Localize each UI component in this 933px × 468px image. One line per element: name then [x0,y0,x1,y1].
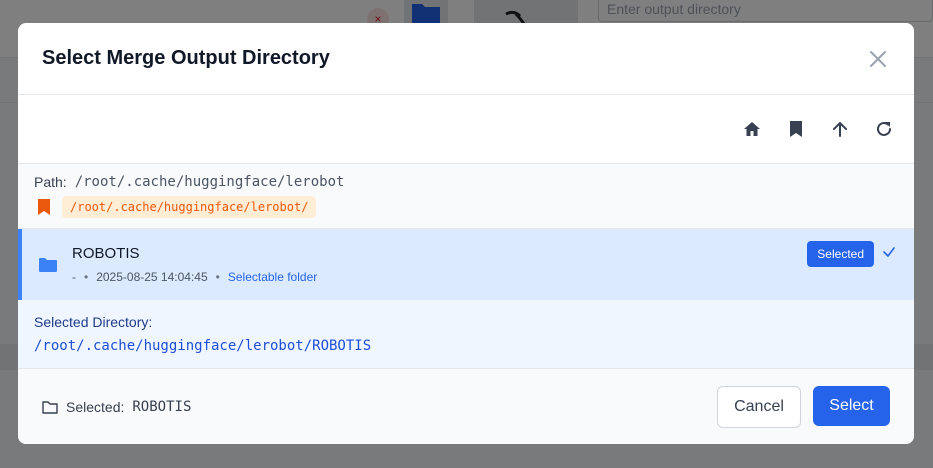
arrow-up-icon[interactable] [828,117,852,141]
select-button[interactable]: Select [813,385,890,426]
meta-separator: • [84,270,89,284]
footer-selected-label: Selected: [66,398,125,415]
file-name: ROBOTIS [72,245,140,262]
modal-title: Select Merge Output Directory [42,47,330,69]
file-meta: - • 2025-08-25 14:04:45 • Selectable fol… [72,270,898,284]
file-info: ROBOTIS - • 2025-08-25 14:04:45 • Select… [72,245,898,284]
list-item[interactable]: ROBOTIS - • 2025-08-25 14:04:45 • Select… [18,229,914,300]
modal-footer: Selected: ROBOTIS Cancel Select [18,369,914,444]
bookmark-chip[interactable]: /root/.cache/huggingface/lerobot/ [62,196,317,218]
footer-selected-value: ROBOTIS [132,398,192,415]
cancel-button[interactable]: Cancel [717,385,801,428]
bookmark-row: /root/.cache/huggingface/lerobot/ [34,196,898,218]
folder-icon [38,255,58,275]
path-value: /root/.cache/huggingface/lerobot [74,174,345,190]
directory-modal: Select Merge Output Directory Path: /roo… [18,23,914,444]
file-size: - [72,270,76,284]
selected-directory-value: /root/.cache/huggingface/lerobot/ROBOTIS [34,338,372,354]
footer-actions: Cancel Select [717,385,890,428]
refresh-icon[interactable] [872,117,896,141]
selected-badge: Selected [807,241,874,267]
close-icon[interactable] [866,47,890,71]
bookmark-icon[interactable] [784,117,808,141]
selected-directory-panel: Selected Directory: /root/.cache/hugging… [18,300,914,369]
bookmark-marker-icon [34,197,54,217]
path-area: Path: /root/.cache/huggingface/lerobot /… [18,164,914,229]
home-icon[interactable] [740,117,764,141]
browser-toolbar [18,95,914,164]
file-date: 2025-08-25 14:04:45 [96,270,208,284]
path-label: Path: [34,174,67,190]
check-icon [882,245,898,261]
meta-separator: • [215,270,220,284]
footer-selected: Selected: ROBOTIS [42,399,191,415]
modal-header: Select Merge Output Directory [18,23,914,95]
file-tag: Selectable folder [227,270,318,284]
path-row: Path: /root/.cache/huggingface/lerobot [34,174,898,190]
selected-directory-label: Selected Directory: [34,314,153,330]
folder-outline-icon [42,399,58,415]
